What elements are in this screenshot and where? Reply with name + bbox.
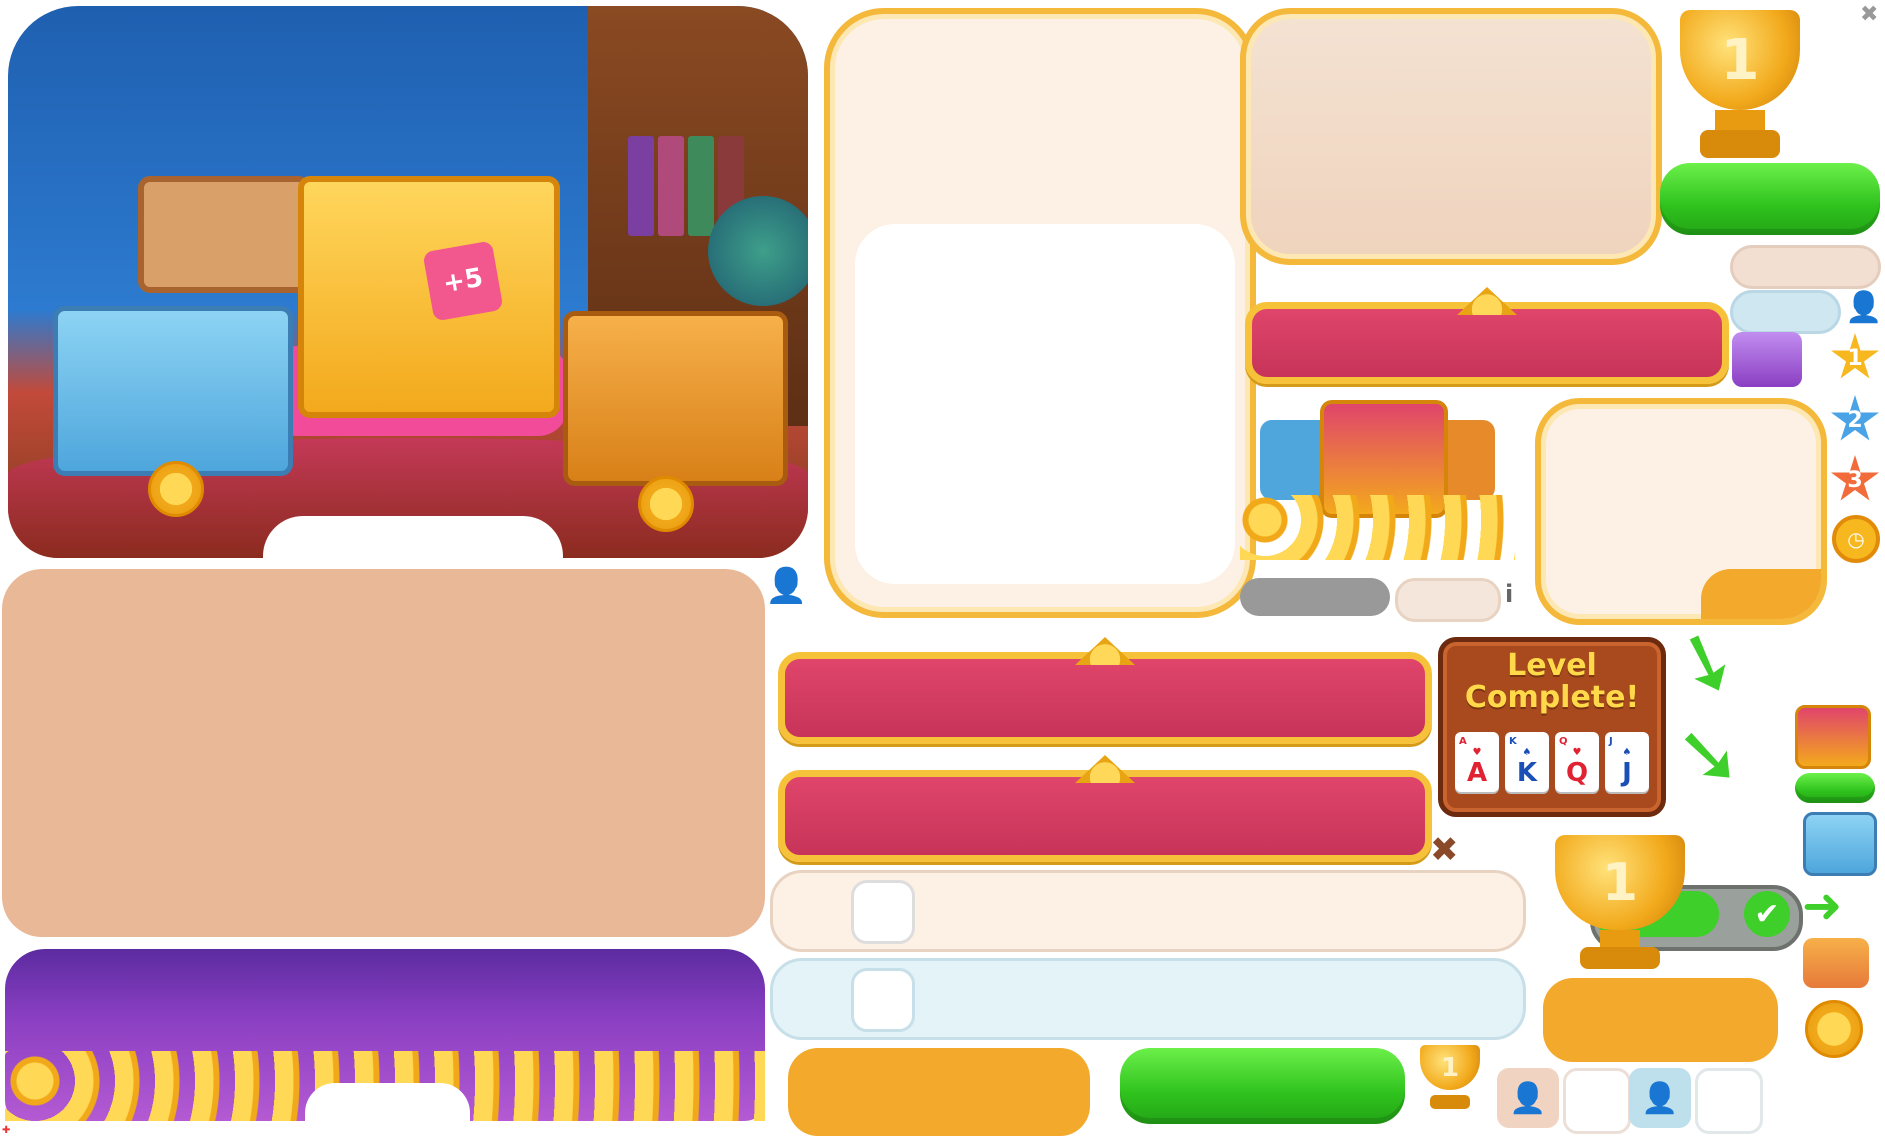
crown-ornament bbox=[1075, 755, 1135, 783]
blue-input-row[interactable] bbox=[770, 958, 1526, 1040]
arrow-right-icon[interactable]: ➜ bbox=[1802, 878, 1842, 934]
globe bbox=[708, 196, 808, 306]
person-icon: 👤 bbox=[765, 566, 808, 606]
trophy-cup: 1 bbox=[1420, 1045, 1480, 1090]
coin-pile bbox=[1240, 495, 1515, 560]
card-suit: ♥ bbox=[1572, 747, 1582, 758]
orange-button-left[interactable] bbox=[788, 1048, 1090, 1136]
header-cream-panel bbox=[1240, 8, 1662, 265]
star-rank-3: 3 bbox=[1831, 455, 1879, 501]
person-icon: 👤 bbox=[1509, 1080, 1547, 1116]
level-complete-card: Level Complete! A ♥ A K ♠ K Q ♥ Q J ♠ J bbox=[1438, 637, 1666, 817]
empty-tile[interactable] bbox=[1695, 1068, 1763, 1134]
close-icon[interactable]: ✖ bbox=[1430, 830, 1459, 870]
avatar-tile-blue[interactable]: 👤 bbox=[1629, 1068, 1691, 1128]
info-icon[interactable]: i bbox=[1505, 580, 1513, 608]
card-rank: J bbox=[1622, 758, 1632, 788]
ribbon-banner-2 bbox=[778, 755, 1432, 862]
card-corner: J bbox=[1609, 736, 1613, 747]
heart-coin-icon bbox=[1805, 1000, 1863, 1058]
book bbox=[658, 136, 684, 236]
empty-tile[interactable] bbox=[1563, 1068, 1631, 1134]
gold-chest bbox=[298, 176, 560, 418]
star-rank-2: 2 bbox=[1831, 395, 1879, 441]
avatar-tile-cream[interactable]: 👤 bbox=[1497, 1068, 1559, 1128]
coin bbox=[638, 476, 694, 532]
blue-checkbox[interactable] bbox=[851, 968, 915, 1032]
card-corner: A bbox=[1459, 736, 1467, 747]
level-title-line2: Complete! bbox=[1464, 680, 1640, 715]
purple-chest-icon bbox=[1732, 332, 1802, 387]
playing-card: Q ♥ Q bbox=[1555, 732, 1599, 792]
book bbox=[688, 136, 714, 236]
orange-button-right[interactable] bbox=[1543, 978, 1778, 1062]
card-suit: ♥ bbox=[1472, 747, 1482, 758]
chest-pile bbox=[1240, 395, 1515, 565]
cream-input-row[interactable] bbox=[770, 870, 1526, 952]
card-suit: ♠ bbox=[1622, 747, 1632, 758]
stage-notch bbox=[305, 1083, 470, 1123]
trophy-large: 1 bbox=[1660, 10, 1820, 160]
star-rank-1: 1 bbox=[1831, 333, 1879, 379]
person-icon: 👤 bbox=[1641, 1080, 1679, 1116]
gray-pill bbox=[1240, 578, 1390, 616]
reward-badge: +5 bbox=[422, 240, 504, 322]
pin-icon: ✚ bbox=[2, 1125, 11, 1136]
scene-bottom-notch bbox=[263, 516, 563, 558]
green-button-large[interactable] bbox=[1660, 163, 1880, 235]
card-suit: ♠ bbox=[1522, 747, 1532, 758]
playing-card: J ♠ J bbox=[1605, 732, 1649, 792]
orange-chest-icon bbox=[1803, 938, 1869, 988]
purple-coin-stage bbox=[5, 949, 765, 1123]
blue-pill bbox=[1730, 290, 1841, 334]
gold-chest-icon bbox=[1795, 705, 1871, 769]
level-title-line1: Level bbox=[1507, 648, 1597, 683]
card-corner: Q bbox=[1559, 736, 1568, 747]
light-pill-small bbox=[1395, 578, 1501, 622]
tan-panel bbox=[2, 569, 765, 937]
treasure-room-illustration: +5 bbox=[8, 6, 808, 558]
trophy-stem bbox=[1715, 110, 1765, 130]
trophy-mid: 1 bbox=[1535, 835, 1705, 970]
ribbon-banner-small bbox=[1245, 287, 1729, 384]
orange-chest bbox=[563, 311, 788, 486]
trophy-stem bbox=[1600, 930, 1640, 948]
trophy-small: 1 bbox=[1410, 1045, 1490, 1113]
card-corner: K bbox=[1509, 736, 1517, 747]
cream-checkbox[interactable] bbox=[851, 880, 915, 944]
card-rank: K bbox=[1516, 758, 1538, 788]
orange-corner bbox=[1701, 569, 1821, 619]
clock-icon: ◷ bbox=[1832, 515, 1880, 563]
trophy-base bbox=[1580, 947, 1660, 969]
map-frame bbox=[138, 176, 310, 293]
tall-cream-panel bbox=[824, 8, 1256, 618]
playing-card: A ♥ A bbox=[1455, 732, 1499, 792]
small-cream-panel bbox=[1535, 398, 1827, 625]
blue-chest-icon bbox=[1803, 812, 1877, 876]
curved-arrow-icon: ➘ bbox=[1675, 708, 1743, 801]
trophy-base bbox=[1430, 1095, 1470, 1109]
ribbon-banner-1 bbox=[778, 637, 1432, 744]
blue-chest bbox=[53, 306, 293, 476]
cream-pill bbox=[1730, 245, 1881, 289]
panel-inner-area bbox=[855, 224, 1235, 584]
crown-ornament bbox=[1075, 637, 1135, 665]
green-button-small[interactable] bbox=[1795, 773, 1875, 803]
close-icon[interactable]: ✖ bbox=[1860, 2, 1878, 27]
person-icon: 👤 bbox=[1845, 290, 1883, 325]
trophy-cup: 1 bbox=[1680, 10, 1800, 110]
card-rank: Q bbox=[1565, 758, 1589, 788]
playing-card: K ♠ K bbox=[1505, 732, 1549, 792]
coin bbox=[148, 461, 204, 517]
green-button-bottom[interactable] bbox=[1120, 1048, 1405, 1124]
book bbox=[628, 136, 654, 236]
crown-ornament bbox=[1457, 287, 1517, 315]
card-rank: A bbox=[1466, 758, 1488, 788]
trophy-cup: 1 bbox=[1555, 835, 1685, 930]
trophy-base bbox=[1700, 130, 1780, 158]
card-row: A ♥ A K ♠ K Q ♥ Q J ♠ J bbox=[1455, 732, 1649, 792]
check-icon: ✔ bbox=[1744, 891, 1790, 937]
